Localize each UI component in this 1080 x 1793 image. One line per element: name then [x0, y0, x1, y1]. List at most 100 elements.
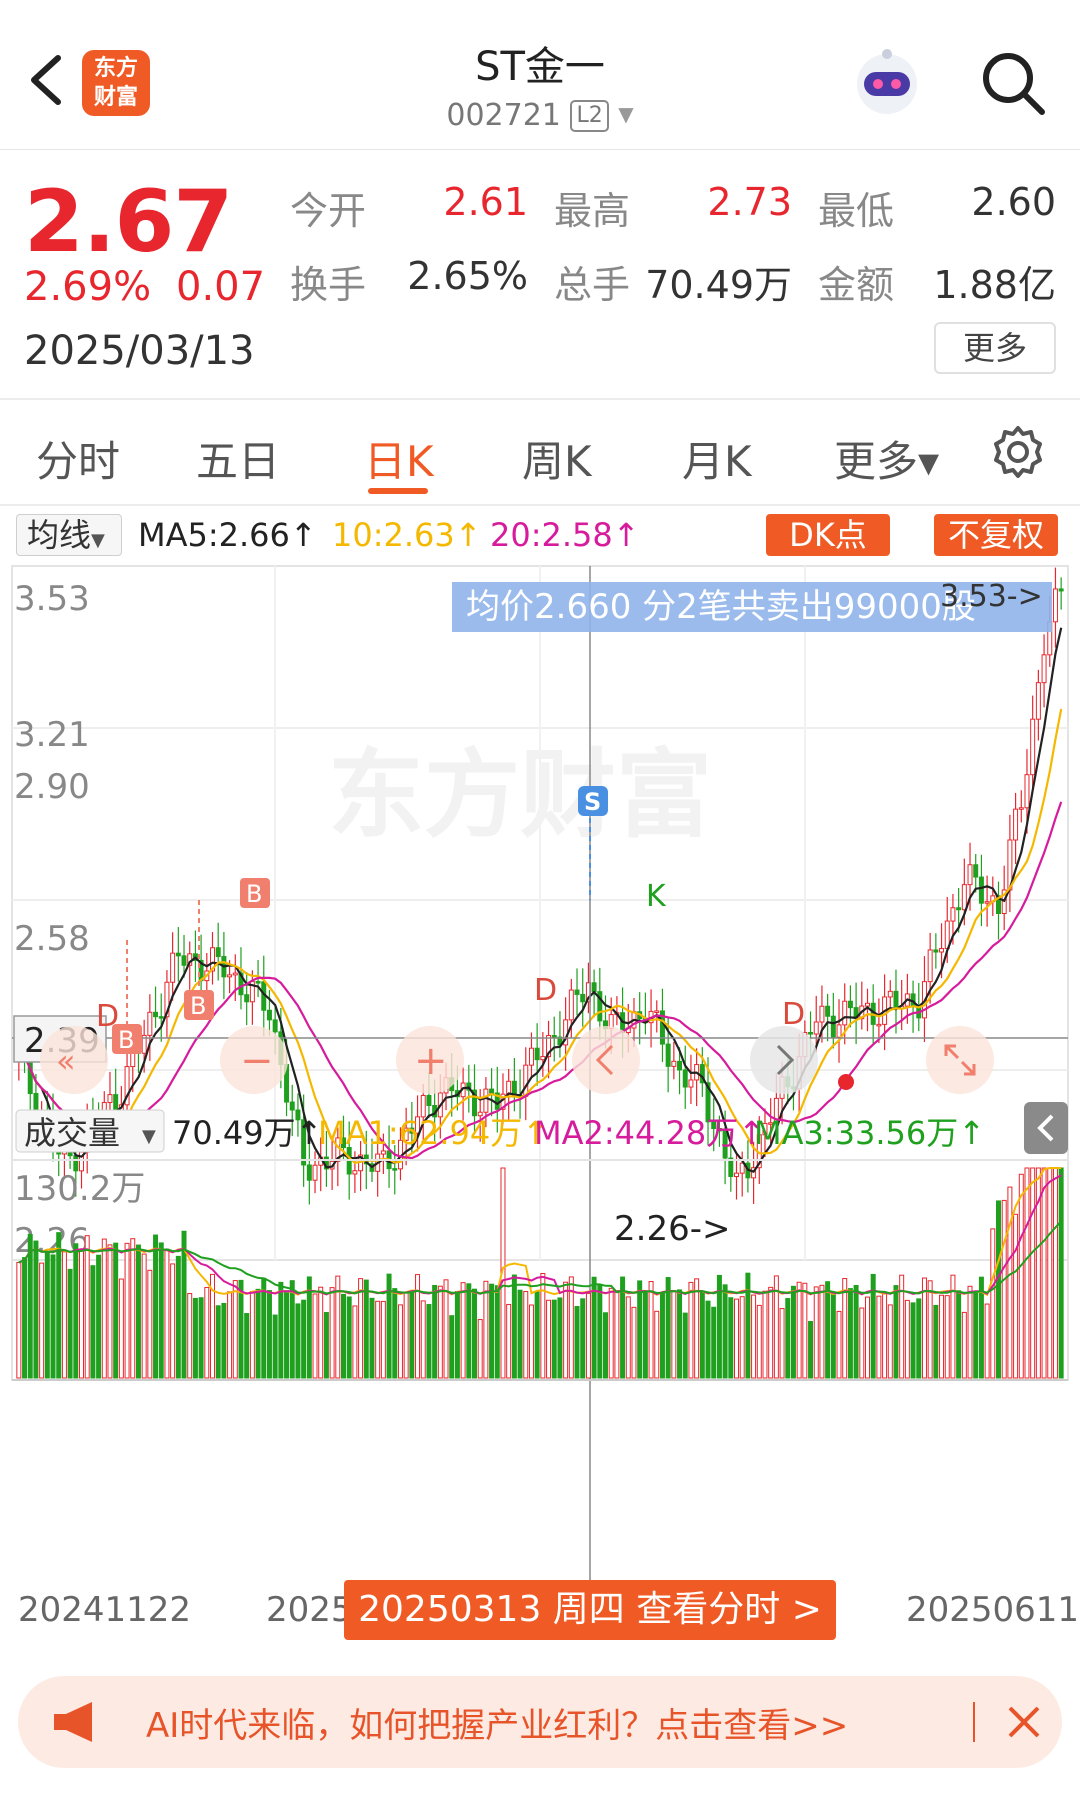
axis-start-date: 20241122: [18, 1590, 192, 1630]
volume-bar: [272, 1314, 278, 1379]
candle-body: [836, 1024, 842, 1038]
caret-down-icon: ▼: [142, 1126, 156, 1147]
view-timeshare-button[interactable]: 20250313 周四 查看分时 >: [344, 1580, 836, 1640]
volume-bar: [631, 1306, 637, 1379]
candle-body: [175, 952, 181, 957]
volume-bar: [147, 1269, 153, 1379]
volume-bar: [808, 1320, 814, 1379]
b-signal: B: [190, 992, 206, 1020]
zoom-in-button[interactable]: +: [396, 1026, 464, 1094]
volume-bar: [1041, 1167, 1047, 1379]
volume-bar: [61, 1251, 67, 1379]
next-candle-button[interactable]: [750, 1026, 818, 1094]
tab-weekly-k[interactable]: 周K: [522, 428, 592, 489]
volume-bar: [278, 1281, 284, 1379]
close-icon[interactable]: [1004, 1702, 1044, 1742]
volume-ma1-legend: MA1:62.94万↑: [318, 1114, 549, 1152]
indicator-selector[interactable]: 均线▼: [16, 514, 122, 556]
volume-bar: [107, 1244, 113, 1379]
adjust-mode-button[interactable]: 不复权: [934, 514, 1058, 556]
b-signal: B: [246, 880, 262, 908]
volume-bar: [625, 1296, 631, 1379]
volume-bar: [494, 1285, 500, 1379]
volume-bar: [682, 1312, 688, 1379]
volume-bar: [84, 1235, 90, 1379]
volume-bar: [409, 1292, 415, 1379]
volume-bar: [489, 1283, 495, 1379]
volume-bar: [130, 1238, 136, 1379]
candle-body: [426, 1094, 432, 1107]
candle-body: [255, 981, 261, 984]
candle-body: [688, 1079, 694, 1088]
volume-bar: [175, 1255, 181, 1379]
volume-bar: [563, 1281, 569, 1379]
volume-bar: [204, 1286, 210, 1379]
candle-body: [671, 1060, 677, 1067]
volume-bar: [699, 1291, 705, 1379]
volume-bar: [865, 1296, 870, 1379]
volume-bar: [27, 1233, 33, 1379]
high-value: 2.73: [707, 180, 792, 224]
scroll-left-button[interactable]: «: [40, 1026, 108, 1094]
amount-value: 1.88亿: [933, 263, 1056, 307]
candle-body: [1035, 682, 1041, 720]
tab-five-day[interactable]: 五日: [196, 428, 280, 489]
volume-bar: [642, 1292, 648, 1379]
volume-bar: [830, 1293, 836, 1379]
volume-bar: [996, 1200, 1001, 1379]
volume-bar: [614, 1291, 620, 1379]
candle-body: [842, 1000, 848, 1026]
candle-body: [1013, 808, 1019, 841]
volume-bar: [534, 1291, 540, 1379]
candle-body: [528, 1047, 534, 1066]
gear-icon[interactable]: [990, 424, 1046, 480]
divider: [0, 504, 1080, 506]
volume-bar: [768, 1286, 774, 1379]
volume-bar: [756, 1304, 762, 1379]
tab-daily-k[interactable]: 日K: [364, 428, 434, 489]
volume-bar: [261, 1277, 267, 1379]
volume-bar: [443, 1279, 449, 1379]
volume-bar: [608, 1287, 614, 1379]
prev-candle-button[interactable]: [572, 1026, 640, 1094]
candle-body: [312, 1164, 318, 1181]
candle-body: [591, 982, 597, 993]
tab-monthly-k[interactable]: 月K: [682, 428, 752, 489]
candle-body: [489, 1088, 495, 1094]
turnover-value: 2.65%: [407, 254, 528, 298]
volume-bar: [301, 1299, 307, 1379]
dk-point-button[interactable]: DK点: [766, 514, 890, 556]
volume-bar: [158, 1242, 164, 1379]
volume-bar: [437, 1285, 443, 1379]
robot-assistant-icon[interactable]: [848, 44, 926, 122]
volume-bar: [67, 1268, 73, 1379]
volume-bar: [426, 1304, 432, 1379]
search-icon[interactable]: [978, 48, 1048, 118]
candle-body: [1030, 718, 1036, 776]
trade-tooltip: 均价2.660 分2笔共卖出99000股: [466, 587, 976, 627]
quote-more-button[interactable]: 更多: [934, 322, 1056, 374]
candle-body: [825, 1005, 831, 1017]
zoom-out-button[interactable]: −: [220, 1026, 288, 1094]
tab-more[interactable]: 更多▾: [834, 428, 939, 489]
volume-bar: [454, 1291, 460, 1379]
volume-bar: [1007, 1186, 1013, 1379]
divider: [973, 1702, 975, 1742]
volume-bar: [477, 1319, 483, 1379]
promo-banner[interactable]: AI时代来临，如何把握产业红利？点击查看>>: [18, 1676, 1062, 1768]
fullscreen-button[interactable]: [926, 1026, 994, 1094]
candle-body: [113, 1094, 119, 1112]
tab-timeshare[interactable]: 分时: [36, 428, 120, 489]
volume-bar: [711, 1306, 717, 1379]
kline-chart[interactable]: 东方财富 3.53 3.21 2.90 2.58 2.26 2.39 均价2.6…: [0, 560, 1080, 1660]
candle-body: [1041, 654, 1047, 684]
collapse-panel-button[interactable]: [1024, 1102, 1068, 1154]
volume-bar: [910, 1302, 916, 1379]
volume-bar: [671, 1290, 677, 1379]
volume-bar: [403, 1291, 409, 1379]
megaphone-icon: [54, 1702, 92, 1742]
minus-icon: −: [240, 1038, 274, 1084]
volume-bar: [238, 1279, 244, 1379]
volume-bar: [170, 1263, 176, 1379]
candle-body: [568, 989, 574, 1021]
